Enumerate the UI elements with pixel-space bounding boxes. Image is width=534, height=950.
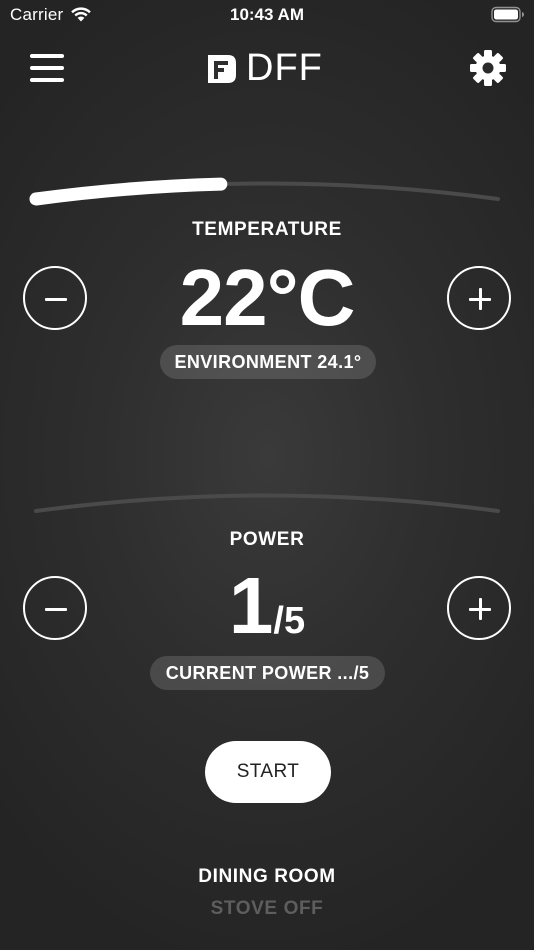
- temperature-label: TEMPERATURE: [192, 219, 342, 240]
- status-bar: Carrier 10:43 AM: [0, 0, 534, 30]
- power-increase-button[interactable]: [447, 576, 511, 640]
- menu-bar-middle: [30, 66, 64, 70]
- menu-bar-top: [30, 54, 64, 58]
- status-time: 10:43 AM: [229, 5, 304, 24]
- environment-temperature-badge: ENVIRONMENT 24.1°: [160, 345, 376, 379]
- temperature-increase-button[interactable]: [447, 266, 511, 330]
- plus-icon-vertical: [478, 288, 482, 310]
- logo-text: DFF: [246, 47, 323, 89]
- temperature-slider-fill: [29, 177, 228, 206]
- menu-button[interactable]: [28, 52, 66, 84]
- power-level: 1: [228, 561, 274, 650]
- plus-icon-vertical: [478, 598, 482, 620]
- power-label: POWER: [229, 529, 305, 550]
- power-max: /5: [273, 600, 306, 642]
- stove-status: STOVE OFF: [210, 898, 324, 919]
- dff-logo-mark-icon: [208, 55, 236, 83]
- gear-icon[interactable]: [468, 48, 508, 88]
- start-button[interactable]: START: [205, 741, 331, 803]
- menu-bar-bottom: [30, 78, 64, 82]
- room-name: DINING ROOM: [198, 866, 336, 887]
- current-power-badge: CURRENT POWER .../5: [150, 656, 385, 690]
- battery-icon: [491, 6, 524, 23]
- app-logo: DFF: [206, 47, 330, 89]
